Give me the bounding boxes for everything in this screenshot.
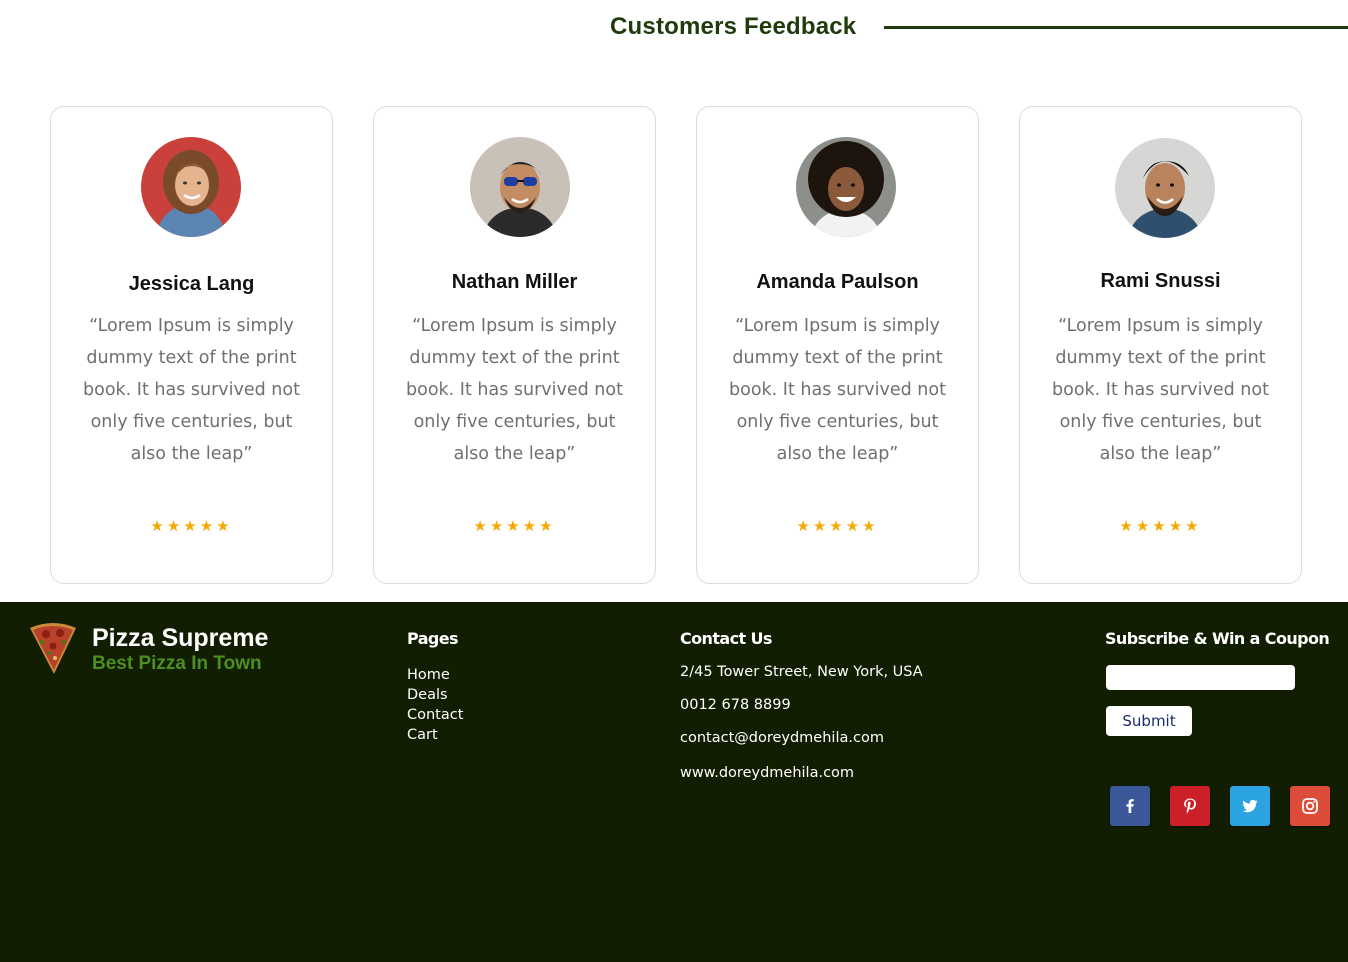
star-icon: ★ [166, 518, 184, 535]
rating-stars: ★★★★★ [1020, 517, 1301, 535]
section-title: Customers Feedback [610, 13, 857, 40]
testimonial-card: Rami Snussi “Lorem Ipsum is simply dummy… [1019, 106, 1302, 584]
star-icon: ★ [829, 518, 846, 535]
star-icon: ★ [812, 518, 830, 535]
contact-website[interactable]: www.doreydmehila.com [680, 765, 854, 781]
rating-stars: ★★★★★ [697, 517, 978, 535]
pinterest-icon [1184, 798, 1196, 814]
footer-link-contact[interactable]: Contact [407, 705, 463, 725]
subscribe-heading: Subscribe & Win a Coupon [1105, 629, 1330, 648]
star-icon: ★ [489, 518, 507, 535]
star-icon: ★ [199, 518, 217, 535]
star-icon: ★ [539, 518, 556, 535]
customer-name: Nathan Miller [451, 271, 578, 293]
brand-tagline: Best Pizza In Town [92, 653, 262, 674]
twitter-icon [1242, 799, 1258, 813]
footer-link-cart[interactable]: Cart [407, 725, 463, 745]
testimonial-quote: “Lorem Ipsum is simply dummy text of the… [83, 316, 300, 464]
star-icon: ★ [1119, 518, 1136, 535]
pinterest-button[interactable] [1170, 786, 1210, 826]
star-icon: ★ [183, 518, 200, 535]
testimonial-card: Jessica Lang “Lorem Ipsum is simply dumm… [50, 106, 333, 584]
feedback-header: Customers Feedback [0, 0, 1348, 60]
rating-stars: ★★★★★ [51, 517, 332, 535]
contact-phone[interactable]: 0012 678 8899 [680, 697, 791, 713]
avatar [1115, 138, 1215, 238]
contact-email[interactable]: contact@doreydmehila.com [680, 730, 884, 746]
testimonial-quote: “Lorem Ipsum is simply dummy text of the… [406, 316, 623, 464]
star-icon: ★ [1135, 518, 1153, 535]
subscribe-email-input[interactable] [1106, 665, 1295, 690]
contact-address: 2/45 Tower Street, New York, USA [680, 664, 923, 680]
star-icon: ★ [862, 518, 879, 535]
avatar [470, 137, 570, 237]
instagram-icon [1302, 798, 1318, 814]
testimonial-quote: “Lorem Ipsum is simply dummy text of the… [729, 316, 946, 464]
star-icon: ★ [1185, 518, 1202, 535]
star-icon: ★ [150, 518, 167, 535]
avatar [796, 137, 896, 237]
submit-button[interactable]: Submit [1106, 706, 1192, 736]
twitter-button[interactable] [1230, 786, 1270, 826]
brand-name: Pizza Supreme [92, 624, 269, 652]
testimonial-quote: “Lorem Ipsum is simply dummy text of the… [1052, 316, 1269, 464]
contact-heading: Contact Us [680, 629, 772, 648]
star-icon: ★ [796, 518, 813, 535]
facebook-icon [1126, 799, 1134, 813]
star-icon: ★ [506, 518, 523, 535]
site-footer: Pizza Supreme Best Pizza In Town Pages H… [0, 602, 1348, 962]
testimonial-card: Amanda Paulson “Lorem Ipsum is simply du… [696, 106, 979, 584]
pages-nav: Home Deals Contact Cart [407, 665, 463, 745]
pages-heading: Pages [407, 629, 459, 648]
customer-name: Amanda Paulson [756, 271, 919, 293]
instagram-button[interactable] [1290, 786, 1330, 826]
star-icon: ★ [1152, 518, 1169, 535]
customer-name: Jessica Lang [128, 273, 255, 295]
star-icon: ★ [845, 518, 863, 535]
pizza-slice-icon [28, 620, 78, 676]
star-icon: ★ [216, 518, 233, 535]
testimonial-card: Nathan Miller “Lorem Ipsum is simply dum… [373, 106, 656, 584]
star-icon: ★ [1168, 518, 1186, 535]
facebook-button[interactable] [1110, 786, 1150, 826]
rating-stars: ★★★★★ [374, 517, 655, 535]
star-icon: ★ [473, 518, 490, 535]
footer-link-home[interactable]: Home [407, 665, 463, 685]
title-divider [884, 26, 1348, 29]
star-icon: ★ [522, 518, 540, 535]
customer-name: Rami Snussi [1100, 270, 1221, 292]
avatar [141, 137, 241, 237]
footer-link-deals[interactable]: Deals [407, 685, 463, 705]
